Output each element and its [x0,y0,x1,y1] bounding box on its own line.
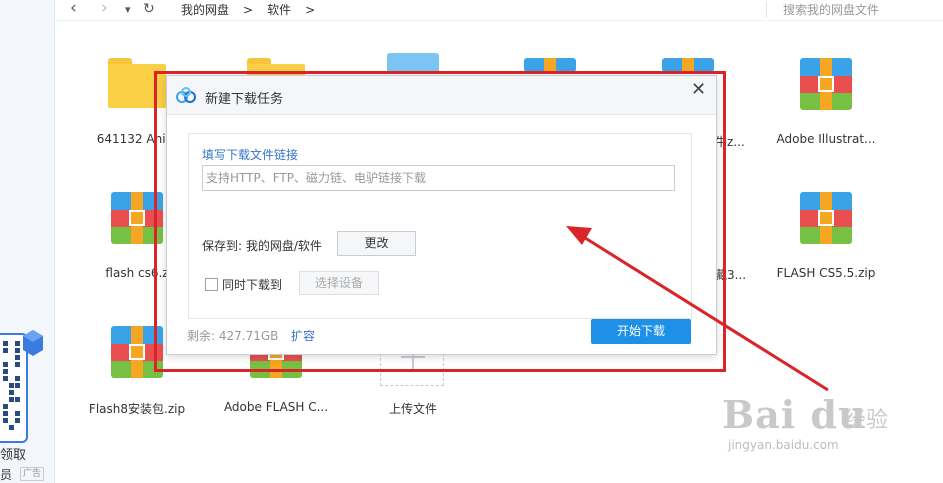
qr-cell [15,397,20,402]
file-item[interactable] [349,53,477,73]
promo-cube-icon [23,330,43,356]
qr-cell [9,397,14,402]
file-item[interactable]: FLASH CS5.5.zip [762,192,890,280]
refresh-icon[interactable]: ↻ [143,1,155,17]
qr-cell [15,341,20,346]
ad-badge: 广告 [20,467,45,481]
watermark-subtitle: 经验 [844,408,889,433]
forward-icon[interactable]: › [101,0,108,18]
zip-archive-icon [524,58,576,72]
file-name: FLASH CS5.5.zip [776,266,876,280]
qr-cell [3,411,8,416]
qr-cell [3,362,8,367]
file-item[interactable] [624,58,752,72]
qr-cell [9,383,14,388]
qr-cell [3,376,8,381]
file-name: Adobe FLASH C... [223,400,329,414]
zip-archive-icon [800,192,852,244]
back-icon[interactable]: ‹ [70,0,77,18]
file-name: Flash8安装包.zip [88,402,186,416]
file-item[interactable]: Adobe Illustrat... [762,58,890,146]
qr-cell [3,404,8,409]
search-input[interactable]: 搜索我的网盘文件 [766,1,879,18]
annotation-highlight-box [154,71,726,372]
qr-cell [9,390,14,395]
qr-cell [15,355,20,360]
breadcrumb-software[interactable]: 软件 [267,3,291,17]
baidu-jingyan-watermark: Bai du 经验 jingyan.baidu.com [722,392,888,452]
promo-text-2: 员 [0,468,13,482]
breadcrumb-my-disk[interactable]: 我的网盘 [181,3,229,17]
qr-cell [3,418,8,423]
file-name: Adobe Illustrat... [776,132,876,146]
top-navigation-bar: ‹ › ▾ ↻ 我的网盘 > 软件 > 搜索我的网盘文件 [55,0,943,21]
qr-cell [15,348,20,353]
qr-cell [15,418,20,423]
breadcrumb: 我的网盘 > 软件 > [181,1,329,18]
qr-cell [15,376,20,381]
promo-text[interactable]: 领取 [0,444,26,463]
breadcrumb-separator: > [305,3,316,17]
qr-cell [15,362,20,367]
watermark-url: jingyan.baidu.com [728,438,839,452]
qr-cell [3,348,8,353]
file-item[interactable] [486,58,614,72]
document-icon [387,53,439,73]
history-dropdown-icon[interactable]: ▾ [125,3,131,16]
qr-cell [9,425,14,430]
qr-cell [3,369,8,374]
qr-cell [15,411,20,416]
qr-cell [15,383,20,388]
qr-cell [3,341,8,346]
upload-label: 上传文件 [389,402,438,416]
zip-archive-icon [800,58,852,110]
breadcrumb-separator: > [243,3,254,17]
zip-archive-icon [662,58,714,72]
